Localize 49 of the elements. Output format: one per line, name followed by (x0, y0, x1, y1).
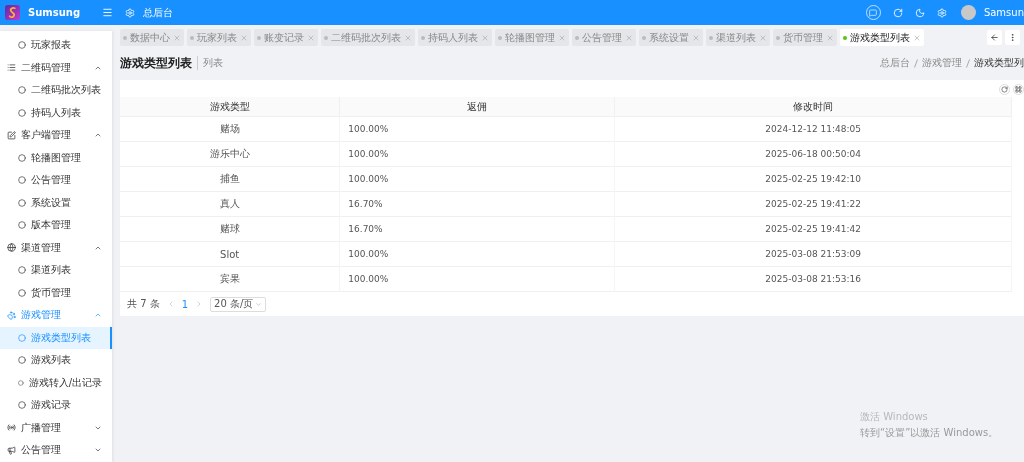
table-cell: 2025-03-08 21:53:16 (615, 267, 1012, 292)
breadcrumb-item: 游戏类型列 (974, 56, 1024, 70)
sidebar-item[interactable]: 渠道列表 (0, 259, 112, 282)
column-header: 修改时间 (615, 97, 1012, 117)
table-cell: 16.70% (340, 217, 616, 242)
sidebar-group[interactable]: 公告管理 (0, 439, 112, 462)
activation-hint: 转到“设置”以激活 Windows。 (860, 426, 999, 440)
table-cell: 100.00% (340, 167, 616, 192)
table-cell: 2025-02-25 19:42:10 (615, 167, 1012, 192)
table-cell: 100.00% (340, 142, 616, 167)
sidebar-group[interactable]: 广播管理 (0, 416, 112, 439)
column-header: 返佣 (340, 97, 616, 117)
sidebar-item[interactable]: 货币管理 (0, 281, 112, 304)
column-header: 游戏类型 (120, 97, 341, 117)
sidebar-item[interactable]: 公告管理 (0, 169, 112, 192)
table-cell: 100.00% (340, 267, 616, 292)
sidebar-group[interactable]: 二维码管理 (0, 56, 112, 79)
page-subtitle: 列表 (197, 56, 223, 70)
table-cell: 2025-02-25 19:41:42 (615, 217, 1012, 242)
table-cell: 2024-12-12 11:48:05 (615, 117, 1012, 142)
table-cell: Slot (120, 242, 341, 267)
total-count: 共 7 条 (127, 297, 160, 311)
table-cell: 2025-06-18 00:50:04 (615, 142, 1012, 167)
table-cell: 2025-03-08 21:53:09 (615, 242, 1012, 267)
sidebar-item[interactable]: 持码人列表 (0, 101, 112, 124)
table-cell: 游乐中心 (120, 142, 341, 167)
sidebar-item[interactable]: 游戏列表 (0, 349, 112, 372)
table-cell: 赌球 (120, 217, 341, 242)
table-cell: 2025-02-25 19:41:22 (615, 192, 1012, 217)
sidebar-item[interactable]: 轮播图管理 (0, 146, 112, 169)
table-cell: 捕鱼 (120, 167, 341, 192)
table-cell: 真人 (120, 192, 341, 217)
table-cell: 100.00% (340, 117, 616, 142)
tab[interactable]: 游戏类型列表 (840, 29, 924, 46)
sidebar-item[interactable]: 玩家报表 (0, 34, 112, 57)
table-cell: 赌场 (120, 117, 341, 142)
sidebar-group[interactable]: 渠道管理 (0, 236, 112, 259)
table-cell: 100.00% (340, 242, 616, 267)
page-title: 游戏类型列表 (120, 54, 192, 72)
page-size-select[interactable]: 20 条/页 (210, 296, 267, 312)
brand-name: Sumsung (28, 7, 81, 18)
sidebar-item[interactable]: 游戏转入/出记录 (0, 371, 112, 394)
sidebar-item[interactable]: 游戏记录 (0, 394, 112, 417)
sidebar-item[interactable]: 版本管理 (0, 214, 112, 237)
sidebar-group[interactable]: 客户端管理 (0, 124, 112, 147)
table-cell: 16.70% (340, 192, 616, 217)
sidebar-item[interactable]: 二维码批次列表 (0, 79, 112, 102)
table-cell: 宾果 (120, 267, 341, 292)
sidebar-item[interactable]: 系统设置 (0, 191, 112, 214)
